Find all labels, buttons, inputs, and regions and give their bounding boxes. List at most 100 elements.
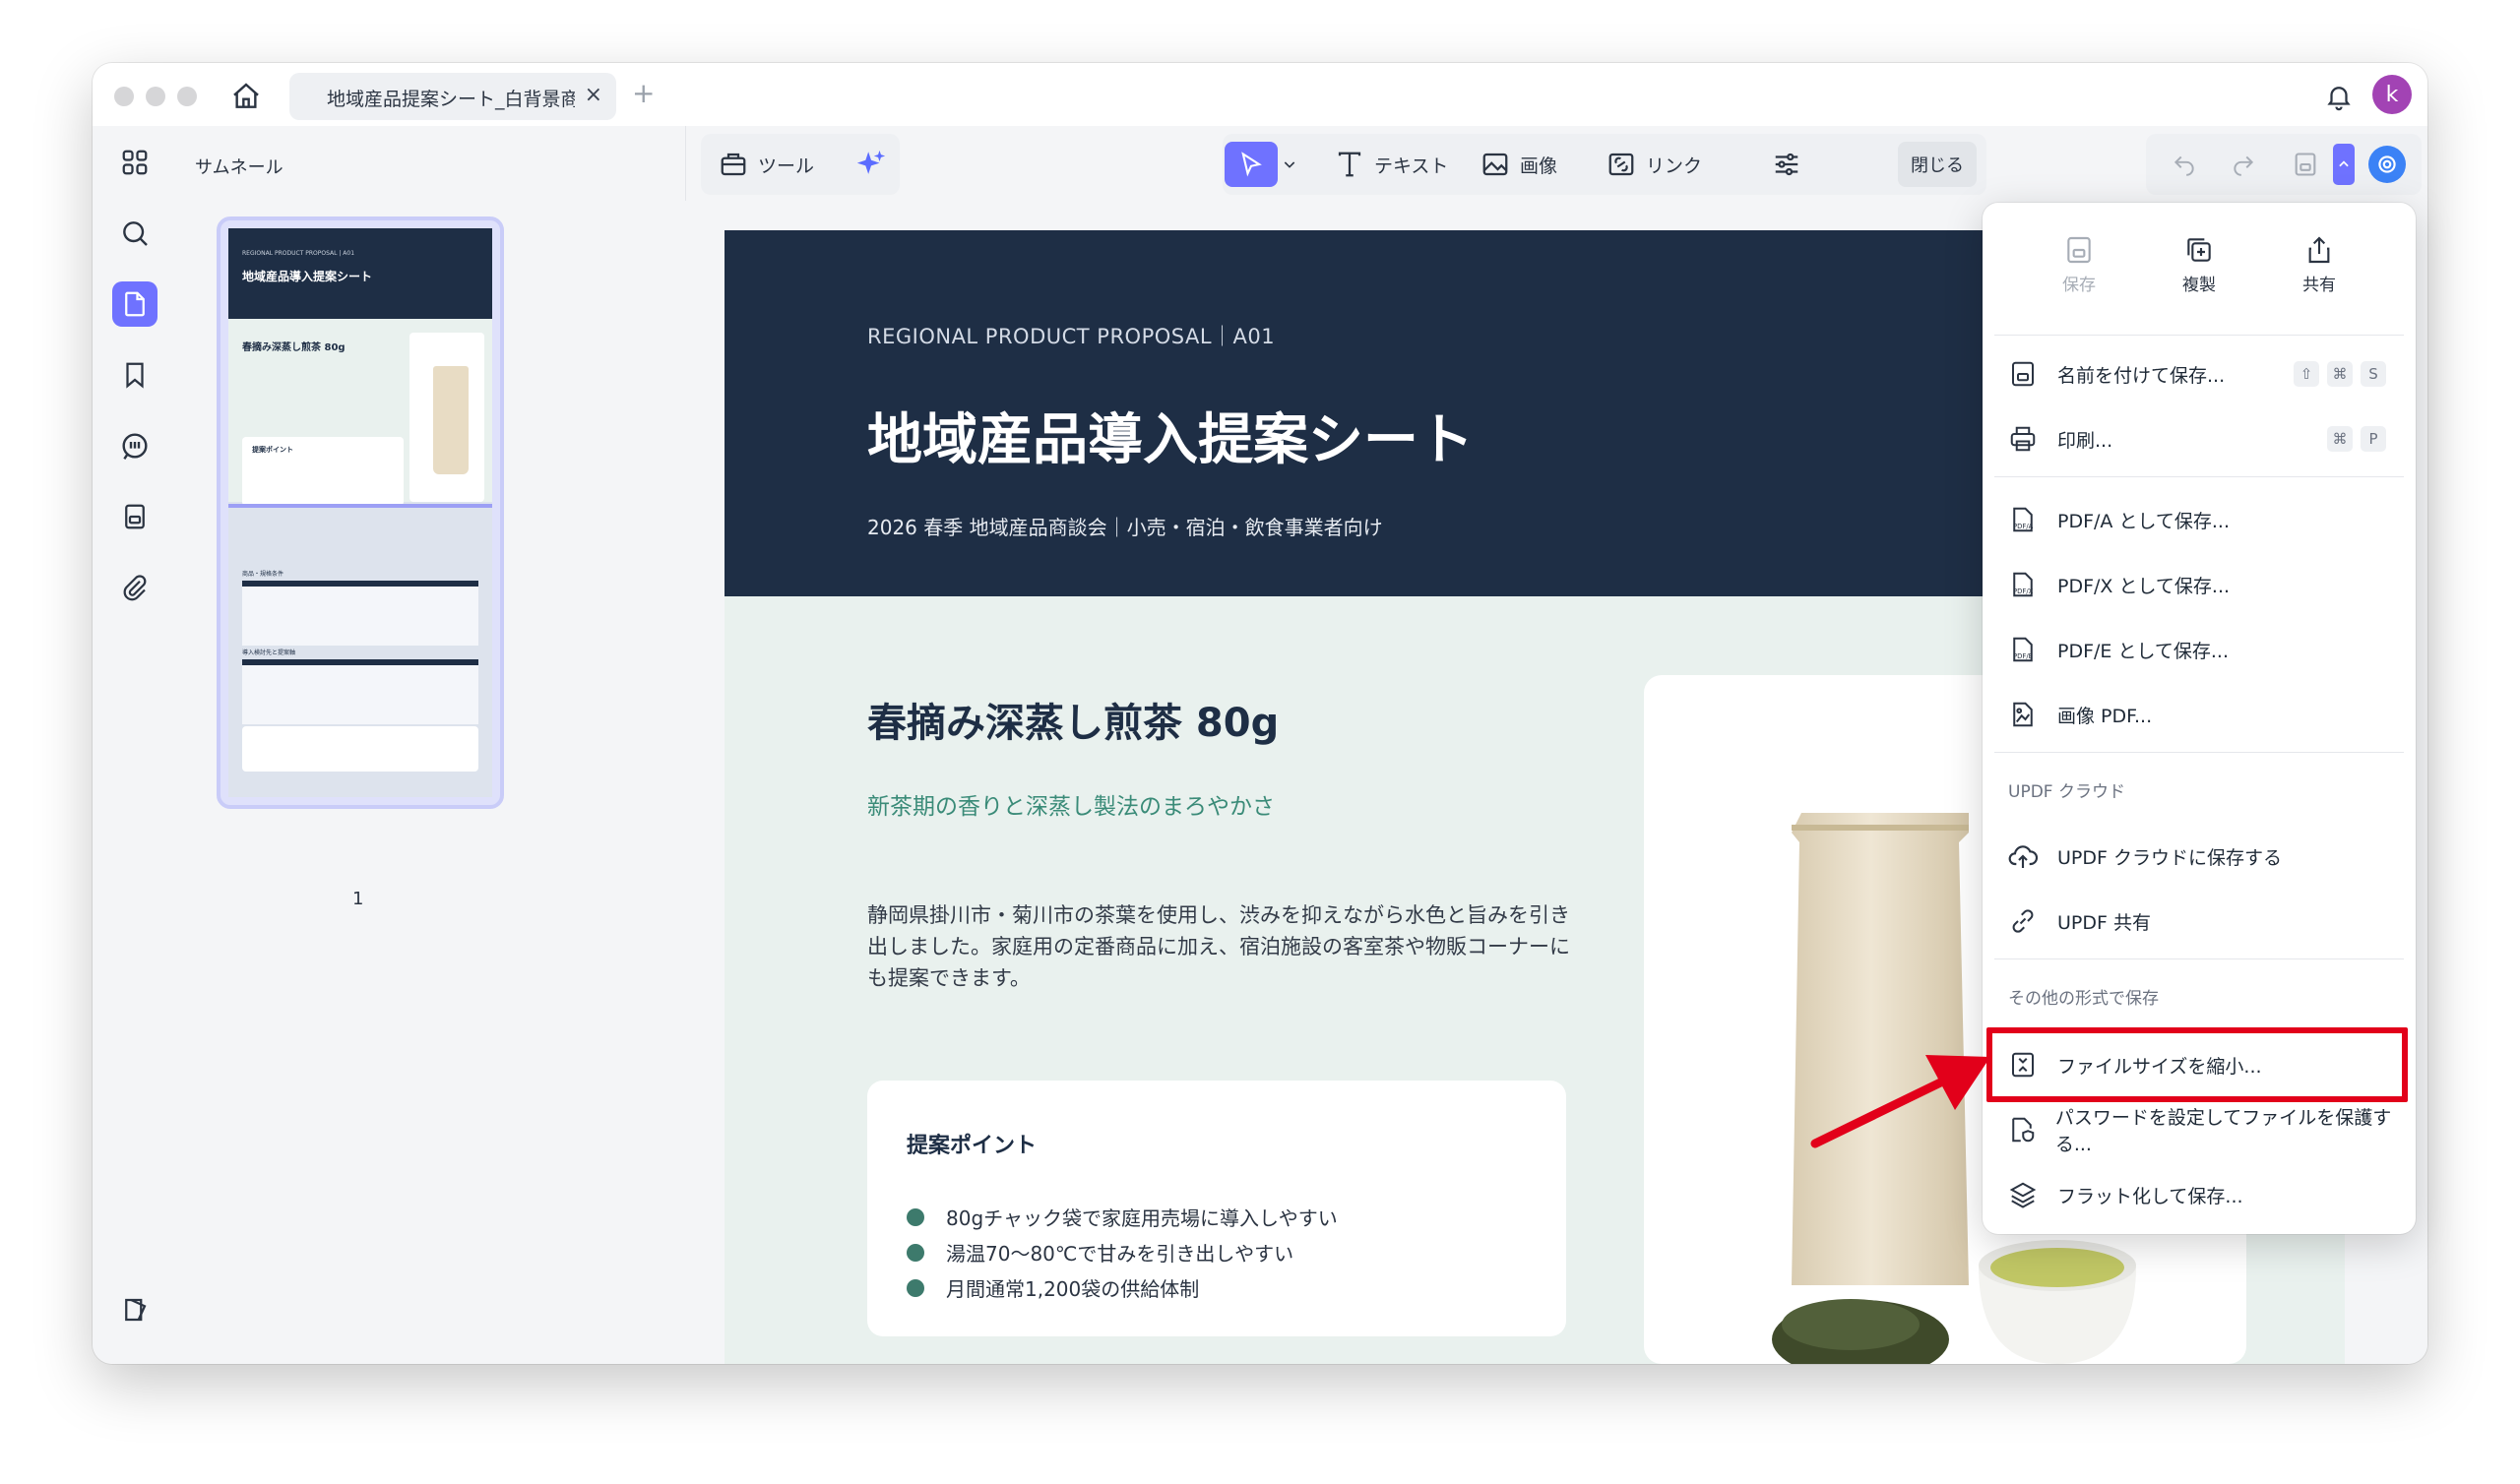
shield-file-icon (2006, 1113, 2038, 1146)
printer-icon (2006, 422, 2040, 456)
page-icon[interactable] (112, 281, 158, 327)
window-zoom-dot[interactable] (177, 87, 197, 106)
tab-close-icon[interactable]: × (585, 83, 602, 107)
menu-item-updf-share[interactable]: UPDF 共有 (1994, 892, 2404, 951)
document-title: 地域産品導入提案シート (867, 408, 1474, 472)
menu-item-print[interactable]: 印刷... ⌘ P (1994, 409, 2404, 468)
menu-item-label: PDF/X として保存... (2057, 575, 2231, 597)
comment-icon[interactable] (112, 423, 158, 468)
bell-icon[interactable] (2319, 77, 2359, 116)
search-icon[interactable] (112, 211, 158, 256)
proposal-point: 80gチャック袋で家庭用売場に導入しやすい (907, 1203, 1338, 1231)
save-file-icon[interactable] (2292, 134, 2329, 195)
proposal-point: 湯温70〜80℃で甘みを引き出しやすい (907, 1238, 1293, 1267)
menu-item-label: 画像 PDF... (2057, 705, 2153, 727)
thumbnail-page-number: 1 (352, 889, 364, 909)
proposal-points-title: 提案ポイント (907, 1134, 1038, 1158)
undo-icon[interactable] (2172, 134, 2207, 195)
duplicate-icon (2187, 238, 2211, 262)
document-tab[interactable]: 地域産品提案シート_白背景商品 × (289, 73, 616, 120)
thumbnail-points-title: 提案ポイント (252, 446, 293, 454)
proposal-point-text: 80gチャック袋で家庭用売場に導入しやすい (946, 1206, 1338, 1230)
bullet-icon (907, 1207, 924, 1226)
image-tool-button[interactable]: 画像 (1480, 134, 1557, 195)
product-name: 春摘み深蒸し煎茶 80g (867, 701, 1280, 746)
menu-item-flatten[interactable]: フラット化して保存... (1994, 1165, 2404, 1224)
layers-icon[interactable] (112, 1287, 158, 1332)
close-edit-button[interactable]: 閉じる (1898, 142, 1977, 187)
document-kicker: REGIONAL PRODUCT PROPOSAL｜A01 (867, 325, 1276, 348)
title-bar: 地域産品提案シート_白背景商品 × + k (93, 63, 2427, 126)
document-subtitle: 2026 春季 地域産品商談会｜小売・宿泊・飲食事業者向け (867, 516, 1383, 539)
menu-item-image-pdf[interactable]: 画像 PDF... (1994, 685, 2404, 744)
ai-sparkle-icon[interactable] (854, 134, 898, 195)
bookmark-icon[interactable] (112, 352, 158, 398)
tools-group: ツール (701, 134, 900, 195)
flatten-layers-icon (2006, 1178, 2040, 1211)
thumbnails-grid-icon[interactable] (112, 140, 158, 185)
window-close-dot[interactable] (114, 87, 134, 106)
save-as-icon (2006, 357, 2040, 391)
chevron-up-icon[interactable] (2333, 144, 2355, 185)
pdfe-icon: PDF/E (2006, 633, 2040, 666)
save-as-shortcut: ⇧ ⌘ S (2294, 361, 2386, 387)
menu-save-label: 保存 (2062, 276, 2096, 295)
proposal-point-text: 月間通常1,200袋の供給体制 (946, 1277, 1200, 1301)
text-tool-button[interactable]: テキスト (1335, 134, 1448, 195)
ai-assistant-icon[interactable] (2368, 146, 2406, 183)
new-tab-button[interactable]: + (632, 77, 655, 109)
link-chain-icon (2006, 904, 2040, 938)
properties-sliders-icon[interactable] (1772, 134, 1811, 195)
tab-title: 地域産品提案シート_白背景商品 (327, 89, 575, 110)
thumbnail-section-spec: 商品・規格条件 (242, 571, 284, 578)
thumbnail-section-partners: 導入検討先と提案軸 (242, 649, 296, 656)
menu-item-label: PDF/A として保存... (2057, 510, 2231, 532)
menu-share-button[interactable]: 共有 (2270, 234, 2368, 295)
avatar[interactable]: k (2372, 75, 2412, 114)
print-shortcut: ⌘ P (2327, 426, 2386, 452)
bullet-icon (907, 1278, 924, 1297)
menu-duplicate-label: 複製 (2182, 276, 2216, 295)
tools-label: ツール (758, 155, 815, 177)
menu-duplicate-button[interactable]: 複製 (2150, 234, 2248, 295)
menu-item-label: フラット化して保存... (2057, 1185, 2243, 1207)
menu-item-cloud-save[interactable]: UPDF クラウドに保存する (1994, 827, 2404, 886)
page-thumbnail[interactable]: REGIONAL PRODUCT PROPOSAL | A01 地域産品導入提案… (217, 216, 504, 809)
menu-item-label: パスワードを設定してファイルを保護する... (2054, 1107, 2392, 1155)
paperclip-icon[interactable] (112, 565, 158, 610)
select-cursor-icon[interactable] (1225, 142, 1278, 187)
home-icon[interactable] (226, 77, 266, 116)
svg-text:PDF/A: PDF/A (2013, 523, 2034, 530)
save-icon (2067, 236, 2091, 264)
proposal-points-box: 提案ポイント 80gチャック袋で家庭用売場に導入しやすい 湯温70〜80℃で甘み… (867, 1081, 1566, 1336)
menu-save-button[interactable]: 保存 (2030, 234, 2128, 295)
proposal-point-text: 湯温70〜80℃で甘みを引き出しやすい (946, 1242, 1294, 1266)
edit-toolbar: テキスト 画像 リンク 閉じる (1223, 134, 1986, 195)
thumbnail-panel-title: サムネール (195, 157, 284, 178)
menu-divider (1994, 958, 2404, 959)
menu-item-label: 印刷... (2057, 429, 2113, 452)
left-rail (93, 126, 178, 1364)
thumbnail-page-preview: REGIONAL PRODUCT PROPOSAL | A01 地域産品導入提案… (228, 228, 492, 797)
menu-share-label: 共有 (2302, 276, 2336, 295)
attachment-list-icon[interactable] (112, 494, 158, 539)
link-tool-button[interactable]: リンク (1606, 134, 1702, 195)
menu-item-save-pdfx[interactable]: PDF/X PDF/X として保存... (1994, 555, 2404, 614)
menu-item-save-pdfe[interactable]: PDF/E PDF/E として保存... (1994, 620, 2404, 679)
tools-button[interactable]: ツール (719, 134, 814, 195)
thumbnail-product: 春摘み深蒸し煎茶 80g (242, 342, 346, 353)
proposal-point: 月間通常1,200袋の供給体制 (907, 1273, 1199, 1302)
menu-item-save-as[interactable]: 名前を付けて保存... ⇧ ⌘ S (1994, 344, 2404, 403)
red-arrow-annotation (1810, 1055, 1990, 1148)
chevron-down-icon[interactable] (1282, 134, 1307, 195)
highlight-box (1986, 1027, 2408, 1102)
menu-item-password-protect[interactable]: パスワードを設定してファイルを保護する... (1994, 1100, 2404, 1159)
menu-item-save-pdfa[interactable]: PDF/A PDF/A として保存... (1994, 490, 2404, 549)
menu-divider (1994, 335, 2404, 336)
menu-section-other: その他の形式で保存 (2008, 989, 2159, 1009)
thumbnail-title: 地域産品導入提案シート (242, 270, 373, 283)
redo-icon[interactable] (2231, 134, 2266, 195)
thumbnail-panel: サムネール REGIONAL PRODUCT PROPOSAL | A01 地域… (177, 126, 686, 1364)
window-minimize-dot[interactable] (146, 87, 165, 106)
text-tool-label: テキスト (1374, 155, 1449, 177)
